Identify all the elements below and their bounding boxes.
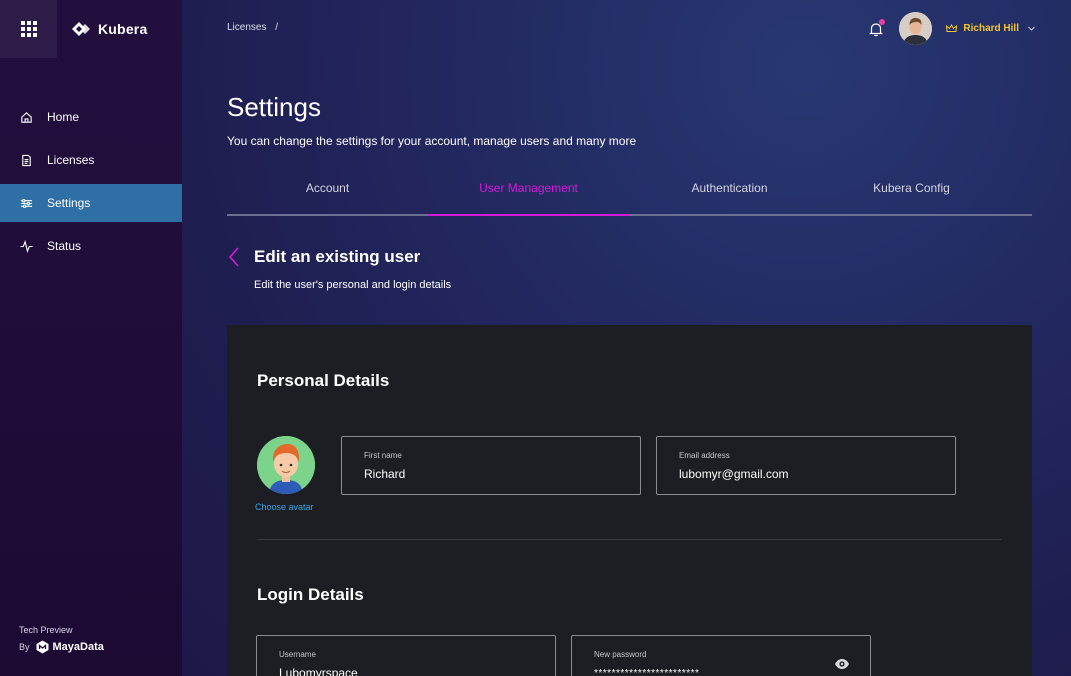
tech-preview-label: Tech Preview xyxy=(19,625,73,635)
notifications-button[interactable] xyxy=(868,18,886,37)
username-value: Lubomyrspace xyxy=(279,666,358,676)
breadcrumb: Licenses / xyxy=(227,22,278,33)
email-field[interactable]: Email address lubomyr@gmail.com xyxy=(656,436,956,495)
mayadata-logo-icon xyxy=(36,640,49,654)
chevron-down-icon[interactable] xyxy=(1027,24,1036,33)
section-divider xyxy=(257,539,1002,540)
tab-account[interactable]: Account xyxy=(227,181,428,195)
breadcrumb-separator: / xyxy=(275,22,279,33)
new-password-label: New password xyxy=(594,650,647,659)
grid-icon xyxy=(20,21,37,37)
brand-name: Kubera xyxy=(98,21,148,37)
sidebar-nav: Home Licenses Settings Status xyxy=(0,98,182,270)
tab-authentication[interactable]: Authentication xyxy=(629,181,830,195)
active-tab-indicator xyxy=(428,214,629,216)
user-avatar[interactable] xyxy=(257,436,315,494)
user-name[interactable]: Richard Hill xyxy=(963,23,1019,34)
user-photo-icon xyxy=(899,12,933,45)
avatar[interactable] xyxy=(899,12,933,45)
email-label: Email address xyxy=(679,451,730,460)
sidebar: Kubera Home Licenses Settings Status Tec… xyxy=(0,0,182,676)
sidebar-item-licenses[interactable]: Licenses xyxy=(0,141,182,179)
first-name-label: First name xyxy=(364,451,402,460)
pulse-icon xyxy=(20,239,33,253)
choose-avatar-link[interactable]: Choose avatar xyxy=(255,502,314,512)
personal-details-title: Personal Details xyxy=(257,371,390,390)
document-icon xyxy=(22,154,31,166)
edit-user-title: Edit an existing user xyxy=(254,247,421,266)
sidebar-item-label: Licenses xyxy=(47,153,95,167)
edit-user-header: Edit an existing user xyxy=(227,246,420,268)
username-field[interactable]: Username Lubomyrspace xyxy=(256,635,556,676)
crown-icon xyxy=(946,24,958,32)
email-value: lubomyr@gmail.com xyxy=(679,467,789,481)
by-label: By xyxy=(19,642,30,652)
sliders-icon xyxy=(20,198,33,208)
first-name-field[interactable]: First name Richard xyxy=(341,436,641,495)
sidebar-item-label: Home xyxy=(47,110,80,124)
sidebar-item-status[interactable]: Status xyxy=(0,227,182,265)
sidebar-item-home[interactable]: Home xyxy=(0,98,182,136)
new-password-value: ************************ xyxy=(594,668,700,676)
powered-by: By MayaData xyxy=(19,640,104,654)
eye-icon[interactable] xyxy=(834,658,850,670)
tab-user-management[interactable]: User Management xyxy=(428,181,629,195)
main-content: Licenses / Richard Hill Settings You can… xyxy=(182,0,1071,676)
first-name-value: Richard xyxy=(364,467,406,481)
back-chevron-icon[interactable] xyxy=(227,246,241,268)
edit-user-card: Personal Details Choose avatar First nam… xyxy=(227,325,1032,676)
user-area: Richard Hill xyxy=(868,12,1036,45)
home-icon xyxy=(21,111,32,123)
sidebar-item-settings[interactable]: Settings xyxy=(0,184,182,222)
new-password-field[interactable]: New password ************************ xyxy=(571,635,871,676)
page-title: Settings xyxy=(227,92,321,122)
edit-user-subtitle: Edit the user's personal and login detai… xyxy=(254,279,452,291)
username-label: Username xyxy=(279,650,316,659)
notification-dot xyxy=(879,18,886,25)
app-launcher-button[interactable] xyxy=(0,0,57,58)
mayadata-logo[interactable]: MayaData xyxy=(36,640,104,654)
mayadata-name: MayaData xyxy=(52,641,104,653)
settings-tabs: Account User Management Authentication K… xyxy=(227,172,1032,216)
avatar-illustration-icon xyxy=(257,436,315,494)
page-subtitle: You can change the settings for your acc… xyxy=(227,134,637,148)
login-details-title: Login Details xyxy=(257,585,364,604)
sidebar-item-label: Status xyxy=(47,239,82,253)
tab-kubera-config[interactable]: Kubera Config xyxy=(821,181,1002,195)
kubera-logo-icon xyxy=(72,22,90,36)
breadcrumb-licenses[interactable]: Licenses xyxy=(227,22,266,33)
brand[interactable]: Kubera xyxy=(72,19,147,39)
sidebar-item-label: Settings xyxy=(47,196,91,210)
